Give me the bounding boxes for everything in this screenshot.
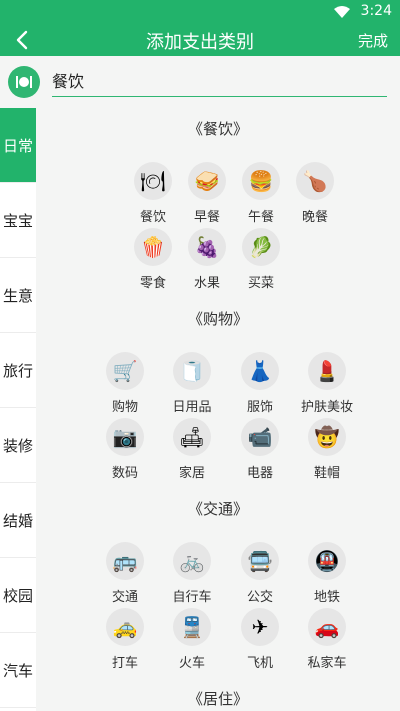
category-item[interactable]: 🚍 公交 [225, 542, 295, 605]
category-item[interactable]: 🚕 打车 [90, 608, 160, 671]
status-time: 3:24 [360, 3, 392, 19]
category-icon: 🛋 [173, 418, 211, 456]
category-icon: 🤠 [308, 418, 346, 456]
category-icon: 🚆 [173, 608, 211, 646]
category-item[interactable]: 👗 服饰 [225, 352, 295, 415]
category-label: 晚餐 [301, 210, 328, 225]
category-item[interactable]: ✈ 飞机 [225, 608, 295, 671]
category-item[interactable]: 🥬 买菜 [226, 228, 296, 291]
category-label: 地铁 [313, 590, 340, 605]
category-icon: 🚍 [241, 542, 279, 580]
sidebar-item[interactable]: 结婚 [0, 483, 36, 558]
category-label: 飞机 [246, 656, 273, 671]
category-sidebar: 日常 宝宝 生意 旅行 装修 结婚 校园 汽车 [0, 108, 36, 711]
category-item[interactable]: 🚗 私家车 [292, 608, 362, 671]
category-icon: 🍗 [296, 162, 334, 200]
category-icon: 🥬 [242, 228, 280, 266]
category-label: 私家车 [307, 656, 347, 671]
category-grid: 《餐饮》 🍽 餐饮 🥪 早餐 🍔 午餐 🍗 晚餐 🍿 零食 🍇 水果 🥬 买菜 《购物》 🛒 购物 🧻 日用品 👗 服饰 💄… [36, 108, 400, 711]
category-item[interactable]: 📹 电器 [225, 418, 295, 481]
selected-category-icon [8, 66, 40, 98]
category-icon: 🚲 [173, 542, 211, 580]
sidebar-item[interactable]: 宝宝 [0, 183, 36, 258]
section-title: 《餐饮》 [187, 120, 248, 138]
status-bar: 3:24 [0, 0, 400, 24]
section-title: 《购物》 [187, 310, 248, 328]
category-icon: 👗 [241, 352, 279, 390]
category-item[interactable]: 🛋 家居 [157, 418, 227, 481]
category-icon: 📹 [241, 418, 279, 456]
section-title: 《居住》 [187, 690, 248, 708]
app-bar: 添加支出类别 完成 [0, 24, 400, 56]
category-icon: 🚕 [106, 608, 144, 646]
category-item[interactable]: 🚌 交通 [90, 542, 160, 605]
category-icon: 💄 [308, 352, 346, 390]
section-title: 《交通》 [187, 500, 248, 518]
category-icon: 🍔 [242, 162, 280, 200]
done-button[interactable]: 完成 [358, 30, 388, 51]
category-label: 日用品 [172, 400, 212, 415]
category-item[interactable]: 🛒 购物 [90, 352, 160, 415]
category-item[interactable]: 💄 护肤美妆 [292, 352, 362, 415]
category-input-bar: 餐饮 [0, 56, 400, 108]
wifi-icon [334, 6, 350, 18]
sidebar-item[interactable]: 旅行 [0, 333, 36, 408]
category-icon: 🚗 [308, 608, 346, 646]
category-label: 护肤美妆 [300, 400, 353, 415]
category-icon: 🍇 [188, 228, 226, 266]
category-label: 鞋帽 [313, 466, 340, 481]
category-label: 火车 [178, 656, 205, 671]
category-label: 自行车 [172, 590, 212, 605]
category-icon: 🛒 [106, 352, 144, 390]
sidebar-item[interactable]: 日常 [0, 108, 36, 183]
category-item[interactable]: 🧻 日用品 [157, 352, 227, 415]
category-item[interactable]: 🤠 鞋帽 [292, 418, 362, 481]
category-label: 买菜 [247, 276, 274, 291]
category-label: 打车 [111, 656, 138, 671]
category-label: 交通 [111, 590, 138, 605]
category-item[interactable]: 🚆 火车 [157, 608, 227, 671]
category-item[interactable]: 🍗 晚餐 [280, 162, 350, 225]
sidebar-item[interactable]: 校园 [0, 558, 36, 633]
page-title: 添加支出类别 [146, 32, 254, 53]
category-icon: 📷 [106, 418, 144, 456]
category-icon: 🧻 [173, 352, 211, 390]
category-name-input[interactable]: 餐饮 [52, 68, 387, 97]
category-label: 数码 [111, 466, 138, 481]
category-icon: 🚇 [308, 542, 346, 580]
category-label: 服饰 [246, 400, 273, 415]
sidebar-item[interactable]: 汽车 [0, 633, 36, 708]
category-item[interactable]: 📷 数码 [90, 418, 160, 481]
category-icon: 🥪 [188, 162, 226, 200]
category-label: 电器 [246, 466, 273, 481]
category-icon: ✈ [241, 608, 279, 646]
category-icon: 🍿 [134, 228, 172, 266]
utensils-icon [16, 76, 32, 88]
category-label: 家居 [178, 466, 205, 481]
sidebar-item[interactable]: 装修 [0, 408, 36, 483]
category-label: 公交 [246, 590, 273, 605]
category-icon: 🚌 [106, 542, 144, 580]
category-label: 购物 [111, 400, 138, 415]
category-item[interactable]: 🚇 地铁 [292, 542, 362, 605]
sidebar-item[interactable]: 生意 [0, 258, 36, 333]
category-icon: 🍽 [134, 162, 172, 200]
category-item[interactable]: 🚲 自行车 [157, 542, 227, 605]
